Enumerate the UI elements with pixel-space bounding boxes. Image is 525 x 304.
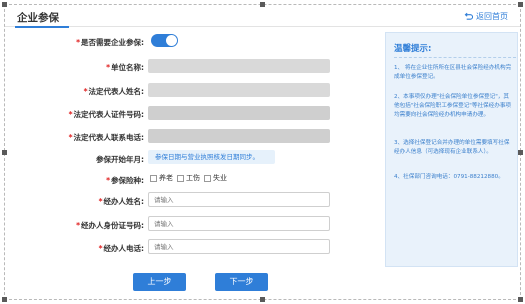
resize-handle-bottom-center[interactable] (260, 297, 265, 302)
resize-handle-bottom-right[interactable] (518, 297, 523, 302)
legal-id-label-text: 法定代表人证件号码: (73, 110, 145, 119)
start-month-info: 参保日期与营业执照核发日期同步。 (148, 150, 275, 164)
handler-name-label-text: 经办人姓名: (103, 197, 145, 206)
checkbox-pension[interactable] (150, 174, 157, 182)
required-mark: * (76, 38, 80, 47)
unit-name-label-text: 单位名称: (111, 63, 144, 72)
legal-phone-field (148, 129, 330, 143)
legal-id-field (148, 106, 330, 120)
checkbox-unemployment[interactable] (204, 174, 211, 182)
handler-id-input[interactable] (148, 216, 330, 231)
insurance-option-pension[interactable]: 养老 (150, 173, 173, 183)
required-mark: * (98, 244, 103, 253)
tips-divider (394, 57, 516, 58)
legal-name-label: *法定代表人姓名: (4, 86, 144, 97)
required-mark: * (106, 63, 110, 72)
tip-item: 4、社保部门咨询电话：0791-88212880。 (394, 174, 504, 180)
required-mark: * (83, 87, 88, 96)
prev-step-button[interactable]: 上一步 (133, 273, 186, 291)
toggle-knob (166, 35, 177, 46)
need-insurance-label: *是否需要企业参保: (4, 37, 144, 48)
back-home-link[interactable]: 返回首页 (464, 11, 508, 22)
tips-title: 温馨提示: (394, 44, 432, 54)
start-month-label: 参保开始年月: (96, 155, 144, 164)
legal-phone-label: *法定代表人联系电话: (4, 132, 144, 143)
tips-panel: 温馨提示: 1、 将在企业住所所在区县社会保险经办机构完成单位参保登记。 2、本… (385, 32, 518, 267)
insurance-type-label: *参保险种: (4, 175, 144, 186)
back-home-label: 返回首页 (476, 12, 508, 21)
required-mark: * (68, 133, 73, 142)
handler-name-input[interactable] (148, 192, 330, 207)
insurance-type-label-text: 参保险种: (111, 176, 144, 185)
legal-name-label-text: 法定代表人姓名: (88, 87, 145, 96)
need-insurance-label-text: 是否需要企业参保: (81, 38, 144, 47)
page-title: 企业参保 (17, 12, 59, 24)
tip-item: 3、选择社保登记合并办理的单位需要填写社保经办人信息（可选择现有企业联系人）。 (394, 140, 510, 155)
resize-handle-bottom-left[interactable] (2, 297, 7, 302)
insurance-option-unemployment-label: 失业 (213, 174, 227, 182)
need-insurance-toggle[interactable] (151, 34, 178, 47)
handler-phone-label-text: 经办人电话: (103, 244, 145, 253)
insurance-option-injury[interactable]: 工伤 (177, 173, 200, 183)
tip-item: 2、本事项仅办理"社会保险单位参保登记"，其他包括"社会保险职工参保登记"等社保… (394, 94, 512, 118)
insurance-option-injury-label: 工伤 (186, 174, 200, 182)
page-header: 企业参保 返回首页 (5, 5, 520, 28)
handler-phone-input[interactable] (148, 239, 330, 254)
handler-id-label-text: 经办人身份证号码: (81, 221, 144, 230)
legal-phone-label-text: 法定代表人联系电话: (73, 133, 145, 142)
legal-id-label: *法定代表人证件号码: (4, 109, 144, 120)
next-step-button[interactable]: 下一步 (215, 273, 268, 291)
unit-name-label: *单位名称: (4, 62, 144, 73)
handler-name-label: *经办人姓名: (4, 196, 144, 207)
return-arrow-icon (464, 12, 473, 20)
title-underline (15, 26, 69, 28)
tip-item: 1、 将在企业住所所在区县社会保险经办机构完成单位参保登记。 (394, 65, 512, 80)
required-mark: * (76, 221, 80, 230)
resize-handle-middle-right[interactable] (518, 150, 523, 155)
handler-id-label: *经办人身份证号码: (4, 220, 144, 231)
unit-name-field (148, 59, 330, 73)
insurance-option-pension-label: 养老 (159, 174, 173, 182)
insurance-option-unemployment[interactable]: 失业 (204, 173, 227, 183)
required-mark: * (106, 176, 110, 185)
required-mark: * (98, 197, 103, 206)
legal-name-field (148, 83, 330, 97)
insurance-type-options: 养老 工伤 失业 (150, 173, 227, 183)
required-mark: * (68, 110, 73, 119)
handler-phone-label: *经办人电话: (4, 243, 144, 254)
checkbox-injury[interactable] (177, 174, 184, 182)
